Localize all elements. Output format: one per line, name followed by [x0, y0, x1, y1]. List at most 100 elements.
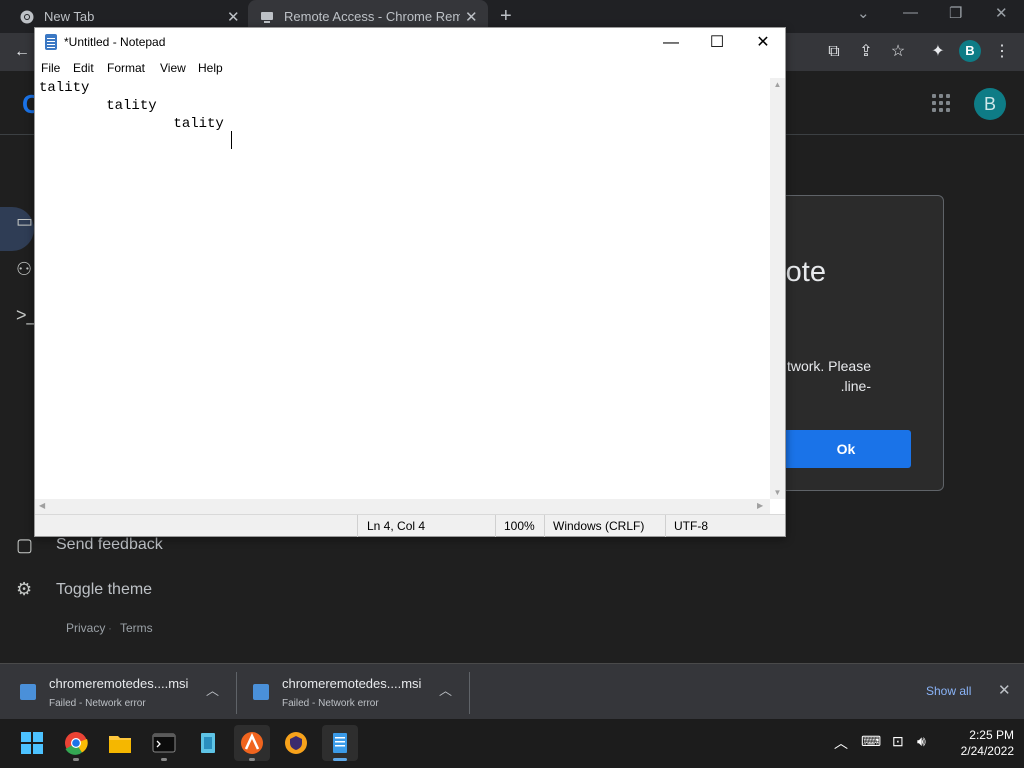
download-item[interactable]: chromeremotedes....msi Failed - Network … — [233, 664, 467, 720]
scroll-left-arrow-icon[interactable]: ◀ — [39, 501, 45, 510]
new-tab-button[interactable]: + — [500, 5, 512, 28]
active-indicator — [333, 758, 347, 761]
bookmark-star-icon[interactable]: ☆ — [888, 42, 908, 62]
menu-help[interactable]: Help — [198, 61, 223, 75]
show-all-button[interactable]: Show all — [926, 684, 971, 698]
download-bar: chromeremotedes....msi Failed - Network … — [0, 663, 1024, 719]
text-line: tality — [39, 98, 157, 114]
download-filename: chromeremotedes....msi — [49, 676, 189, 691]
send-feedback-link[interactable]: Send feedback — [56, 536, 163, 554]
installer-file-icon — [20, 684, 36, 700]
status-divider — [357, 515, 358, 537]
text-line: tality — [39, 80, 90, 96]
profile-button[interactable]: B — [959, 40, 981, 62]
chrome-icon — [20, 10, 34, 23]
notepad-icon — [45, 34, 57, 50]
horizontal-scrollbar[interactable]: ◀ ▶ — [35, 499, 770, 514]
taskbar-app[interactable] — [234, 725, 270, 761]
taskbar-notepad[interactable] — [322, 725, 358, 761]
clock-time: 2:25 PM — [969, 728, 1014, 742]
encoding: UTF-8 — [674, 519, 708, 533]
status-bar: Ln 4, Col 4 100% Windows (CRLF) UTF-8 — [35, 514, 785, 537]
menu-view[interactable]: View — [160, 61, 186, 75]
running-indicator — [161, 758, 167, 761]
close-tab-icon[interactable]: ✕ — [465, 8, 478, 26]
notepad-window: *Untitled - Notepad — ☐ ✕ File Edit Form… — [34, 27, 786, 537]
taskbar-installer[interactable] — [190, 725, 226, 761]
running-indicator — [73, 758, 79, 761]
notepad-titlebar[interactable]: *Untitled - Notepad — ☐ ✕ — [35, 28, 785, 58]
chrome-icon — [65, 732, 88, 755]
text-editor-area[interactable]: tality tality tality — [35, 78, 770, 499]
taskbar: ︿ ⌨ ⊡ 🔊︎ 2:25 PM 2/24/2022 — [0, 719, 1024, 768]
terms-link[interactable]: Terms — [120, 621, 153, 635]
scroll-up-arrow-icon[interactable]: ▲ — [770, 80, 785, 89]
minimize-icon[interactable]: — — [648, 30, 694, 56]
scroll-down-arrow-icon[interactable]: ▼ — [770, 488, 785, 497]
menu-bar: File Edit Format View Help — [35, 58, 785, 78]
volume-icon[interactable]: 🔊︎ — [917, 733, 926, 750]
apps-grid-icon[interactable] — [932, 94, 950, 112]
taskbar-terminal[interactable] — [146, 725, 182, 761]
chevron-up-icon[interactable]: ︿ — [439, 680, 452, 699]
avatar[interactable]: B — [974, 88, 1006, 120]
close-icon[interactable]: ✕ — [740, 30, 786, 56]
scroll-right-arrow-icon[interactable]: ▶ — [757, 501, 763, 510]
toggle-theme-link[interactable]: Toggle theme — [56, 581, 152, 599]
feedback-icon[interactable]: ▢ — [16, 535, 38, 557]
menu-file[interactable]: File — [41, 61, 60, 75]
chevron-up-icon[interactable]: ︿ — [206, 680, 219, 699]
close-tab-icon[interactable]: ✕ — [227, 8, 240, 26]
restore-icon[interactable]: ❐ — [949, 4, 962, 22]
line-ending: Windows (CRLF) — [553, 519, 645, 533]
tab-title: New Tab — [44, 9, 95, 24]
taskbar-chrome[interactable] — [58, 725, 94, 761]
close-window-icon[interactable]: ✕ — [995, 4, 1008, 22]
notepad-icon — [333, 733, 347, 753]
close-icon[interactable]: ✕ — [998, 681, 1011, 699]
app-logo-icon — [241, 732, 263, 754]
terminal-icon — [152, 733, 176, 753]
folder-icon — [109, 736, 131, 753]
start-button[interactable] — [14, 725, 50, 761]
chevron-up-icon[interactable]: ︿ — [834, 733, 848, 753]
extensions-icon[interactable]: ✦ — [928, 42, 948, 62]
menu-edit[interactable]: Edit — [73, 61, 94, 75]
download-divider — [469, 672, 470, 714]
running-indicator — [249, 758, 255, 761]
window-title: *Untitled - Notepad — [64, 35, 166, 49]
status-divider — [665, 515, 666, 537]
keyboard-icon[interactable]: ⌨ — [861, 733, 881, 750]
screen: New Tab ✕ Remote Access - Chrome Remote … — [0, 0, 1024, 768]
zoom-level: 100% — [504, 519, 535, 533]
back-icon[interactable]: ← — [12, 42, 32, 62]
windows-logo-icon — [21, 732, 43, 754]
shield-icon — [285, 732, 307, 754]
download-status: Failed - Network error — [49, 698, 146, 709]
download-item[interactable]: chromeremotedes....msi Failed - Network … — [0, 664, 234, 720]
maximize-icon[interactable]: ☐ — [694, 30, 740, 56]
system-clock[interactable]: 2:25 PM 2/24/2022 — [944, 727, 1014, 759]
network-icon[interactable]: ⊡ — [892, 733, 904, 750]
menu-format[interactable]: Format — [107, 61, 145, 75]
package-icon — [201, 733, 215, 753]
theme-gear-icon[interactable]: ⚙ — [16, 579, 38, 601]
privacy-link[interactable]: Privacy — [66, 621, 105, 635]
download-status: Failed - Network error — [282, 698, 379, 709]
taskbar-vpn[interactable] — [278, 725, 314, 761]
ok-button[interactable]: Ok — [781, 430, 911, 468]
open-external-icon[interactable]: ⧉ — [824, 42, 844, 62]
footer-separator: · — [108, 621, 112, 635]
taskbar-file-explorer[interactable] — [102, 725, 138, 761]
vertical-scrollbar[interactable]: ▲ ▼ — [770, 78, 785, 499]
minimize-icon[interactable]: — — [903, 4, 918, 21]
remote-desktop-icon — [261, 11, 273, 23]
cursor-position: Ln 4, Col 4 — [367, 519, 426, 533]
installer-file-icon — [253, 684, 269, 700]
share-icon[interactable]: ⇪ — [856, 42, 876, 62]
tab-search-icon[interactable]: ⌄ — [857, 4, 870, 22]
status-divider — [495, 515, 496, 537]
text-caret — [231, 131, 232, 149]
download-filename: chromeremotedes....msi — [282, 676, 422, 691]
menu-kebab-icon[interactable]: ⋮ — [992, 42, 1012, 62]
